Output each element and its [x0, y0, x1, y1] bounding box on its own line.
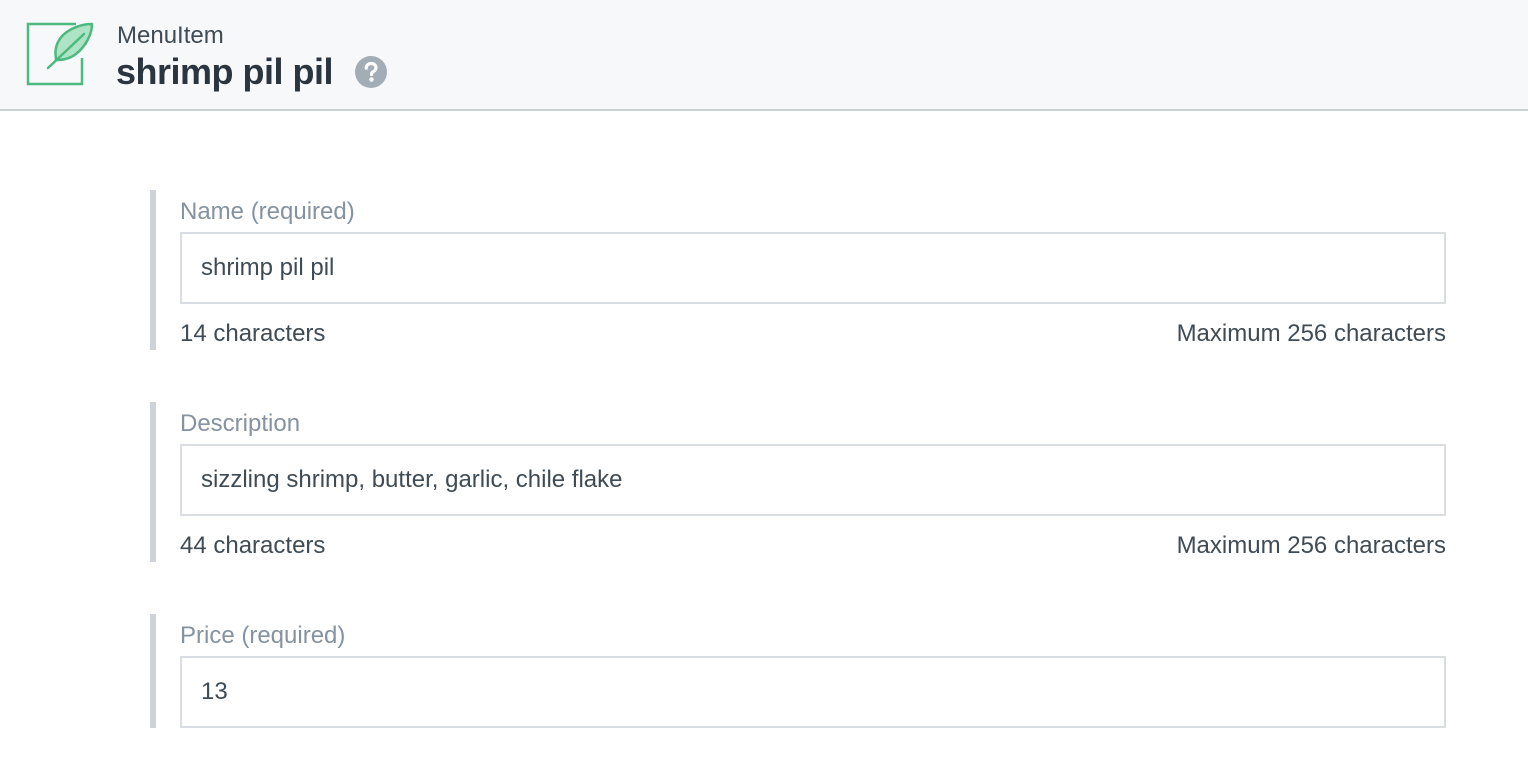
price-input[interactable]	[180, 656, 1446, 728]
description-input[interactable]	[180, 444, 1446, 516]
description-field-group: Description 44 characters Maximum 256 ch…	[150, 402, 1448, 562]
feather-icon	[26, 20, 98, 88]
page-title: shrimp pil pil	[116, 51, 334, 92]
description-label: Description	[180, 410, 301, 437]
name-max-length: Maximum 256 characters	[1176, 320, 1446, 347]
question-circle-icon[interactable]	[354, 55, 388, 89]
page-header: MenuItem shrimp pil pil	[0, 0, 1528, 111]
price-field-group: Price (required)	[150, 614, 1448, 728]
name-field-group: Name (required) 14 characters Maximum 25…	[150, 190, 1448, 350]
name-label: Name (required)	[180, 198, 355, 225]
name-character-count: 14 characters	[180, 320, 326, 347]
description-character-count: 44 characters	[180, 532, 326, 559]
name-input[interactable]	[180, 232, 1446, 304]
record-type-label: MenuItem	[117, 22, 224, 49]
price-label: Price (required)	[180, 622, 346, 649]
description-max-length: Maximum 256 characters	[1176, 532, 1446, 559]
